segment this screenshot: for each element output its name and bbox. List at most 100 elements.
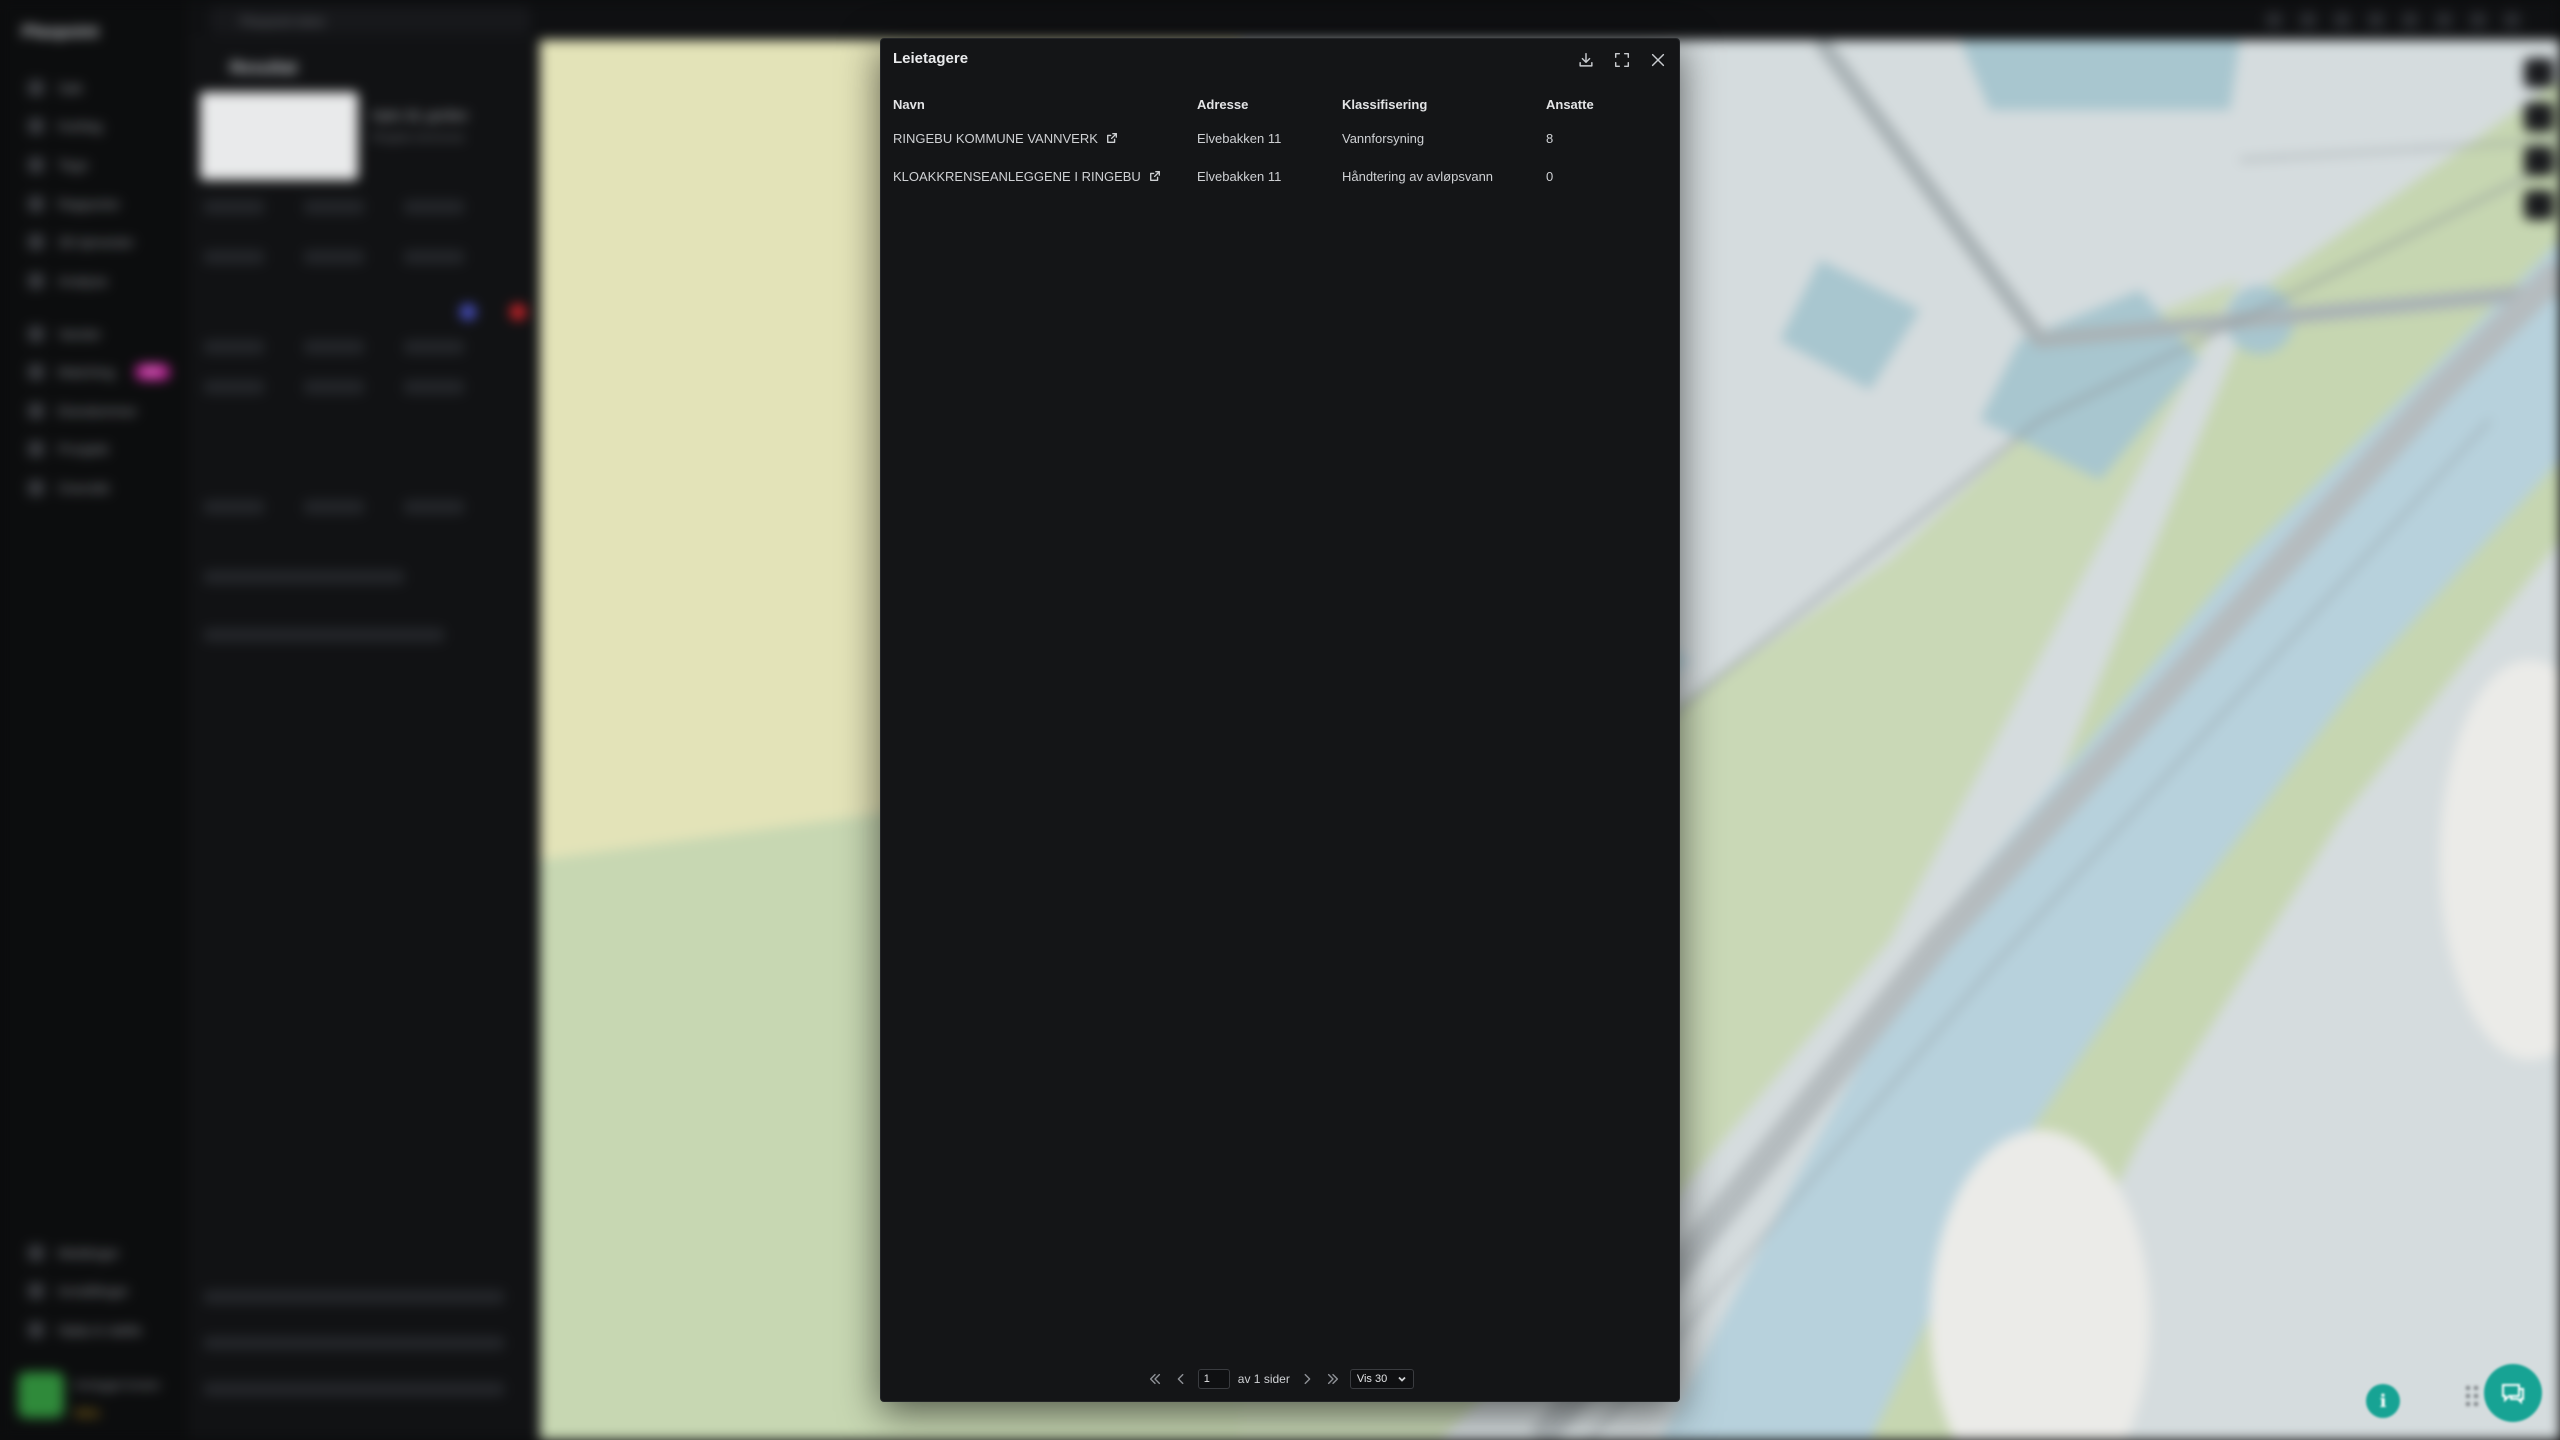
new-badge: NY [134,364,171,380]
toolbar-icon[interactable] [2436,12,2452,28]
map-layers-button[interactable] [2524,146,2554,176]
tab-placeholder[interactable] [404,500,464,514]
fullscreen-button[interactable] [1611,49,1633,71]
chat-button[interactable] [2484,1364,2542,1422]
side-panel-footer [204,1336,504,1350]
tab-placeholder[interactable] [204,500,264,514]
user-status: Aktiv [74,1406,101,1420]
action-placeholder[interactable] [204,250,264,264]
chevrons-right-icon [1327,1373,1338,1385]
first-page-button[interactable] [1146,1370,1164,1388]
footer-row[interactable] [204,1290,504,1304]
nav-item-3d[interactable]: 3D-tjenester [28,234,134,250]
tenant-name: RINGEBU KOMMUNE VANNVERK [893,130,1098,146]
external-link-icon[interactable] [1106,132,1118,144]
side-panel-actions [204,200,464,214]
tenant-name: KLOAKKRENSEANLEGGENE I RINGEBU [893,168,1141,184]
toolbar-icon[interactable] [2266,12,2282,28]
info-icon: i [2379,1390,2387,1412]
pen-icon [28,157,44,173]
drag-handle-icon[interactable] [2466,1386,2480,1408]
modal-title: Leietagere [893,50,969,67]
chart-icon [28,273,44,289]
nav-item-settings[interactable]: Innstillinger [28,1283,129,1299]
info-placeholder [404,380,464,394]
side-panel-footer [204,1382,504,1396]
nav-item-layers[interactable]: Kartlag [28,118,102,134]
nav-item-messages[interactable]: Meldinger [28,1245,119,1261]
footer-row[interactable] [204,1336,504,1350]
topbar-actions [2266,12,2520,28]
tenants-modal: Leietagere Navn Adresse Klassifisering A… [880,38,1680,1402]
column-header-name[interactable]: Navn [893,97,1197,112]
page-number-input[interactable] [1197,1369,1230,1389]
last-page-button[interactable] [1324,1370,1342,1388]
page-size-select[interactable]: Vis 30 [1349,1369,1415,1389]
tenant-address: Elvebakken 11 [1197,130,1282,146]
nav-item-analysis[interactable]: Analyse [28,273,108,289]
next-page-button[interactable] [1298,1370,1316,1388]
action-placeholder[interactable] [204,200,264,214]
chevrons-left-icon [1149,1373,1160,1385]
side-panel-list [204,570,404,584]
page-count-label: av 1 sider [1237,1372,1290,1386]
tenant-address: Elvebakken 11 [1197,168,1282,184]
nav-item-search[interactable]: Søk [28,80,83,96]
nav-item-matching[interactable]: Matching NY [28,364,171,380]
nav-item-draw[interactable]: Tegn [28,157,88,173]
global-search-placeholder: Plaxpoint tekst [240,14,325,29]
user-name: Innlogget bruker [74,1378,161,1392]
toolbar-icon[interactable] [2402,12,2418,28]
info-placeholder [304,340,364,354]
action-placeholder[interactable] [404,250,464,264]
grid-icon [28,480,44,496]
tenant-employees: 0 [1546,168,1554,184]
nav-item-projects[interactable]: Prosjekt [28,441,109,457]
action-placeholder[interactable] [304,250,364,264]
property-subtitle: Ringebu kommune [372,132,465,144]
list-item[interactable] [204,570,404,584]
toolbar-icon[interactable] [2368,12,2384,28]
nav-item-overview[interactable]: Oversikt [28,480,109,496]
info-placeholder [204,380,264,394]
info-placeholder [204,340,264,354]
action-placeholder[interactable] [304,200,364,214]
info-button[interactable]: i [2366,1384,2400,1418]
close-button[interactable] [1647,49,1669,71]
side-panel-tabs [204,500,464,514]
folder-icon [28,441,44,457]
side-panel-footer [204,1290,504,1304]
help-icon [28,1322,44,1338]
avatar[interactable] [18,1372,64,1418]
nav-item-reports[interactable]: Rapporter [28,196,120,212]
action-placeholder[interactable] [404,200,464,214]
column-header-employees[interactable]: Ansatte [1546,97,1646,112]
table-header: Navn Adresse Klassifisering Ansatte [893,89,1669,119]
map-zoom-in-button[interactable] [2524,58,2554,88]
column-header-classification[interactable]: Klassifisering [1342,97,1546,112]
toolbar-icon[interactable] [2300,12,2316,28]
message-icon [28,1245,44,1261]
nav-item-properties[interactable]: Eiendommer [28,403,137,419]
previous-page-button[interactable] [1172,1370,1190,1388]
toolbar-icon[interactable] [2504,12,2520,28]
global-search-input[interactable]: Plaxpoint tekst [210,6,530,34]
tenants-table: Navn Adresse Klassifisering Ansatte RING… [893,89,1669,195]
external-link-icon[interactable] [1149,170,1161,182]
map-zoom-out-button[interactable] [2524,102,2554,132]
column-header-address[interactable]: Adresse [1197,97,1342,112]
download-button[interactable] [1575,49,1597,71]
chat-icon [2502,1384,2524,1405]
nav-item-alerts[interactable]: Varsler [28,326,101,342]
tab-placeholder[interactable] [304,500,364,514]
footer-row[interactable] [204,1382,504,1396]
side-panel-list [204,628,444,642]
cube-icon [28,234,44,250]
nav-item-help[interactable]: Hjelp & støtte [28,1322,142,1338]
map-locate-button[interactable] [2524,190,2554,220]
toolbar-icon[interactable] [2470,12,2486,28]
list-item[interactable] [204,628,444,642]
side-panel-info [204,340,464,354]
toolbar-icon[interactable] [2334,12,2350,28]
info-placeholder [304,380,364,394]
